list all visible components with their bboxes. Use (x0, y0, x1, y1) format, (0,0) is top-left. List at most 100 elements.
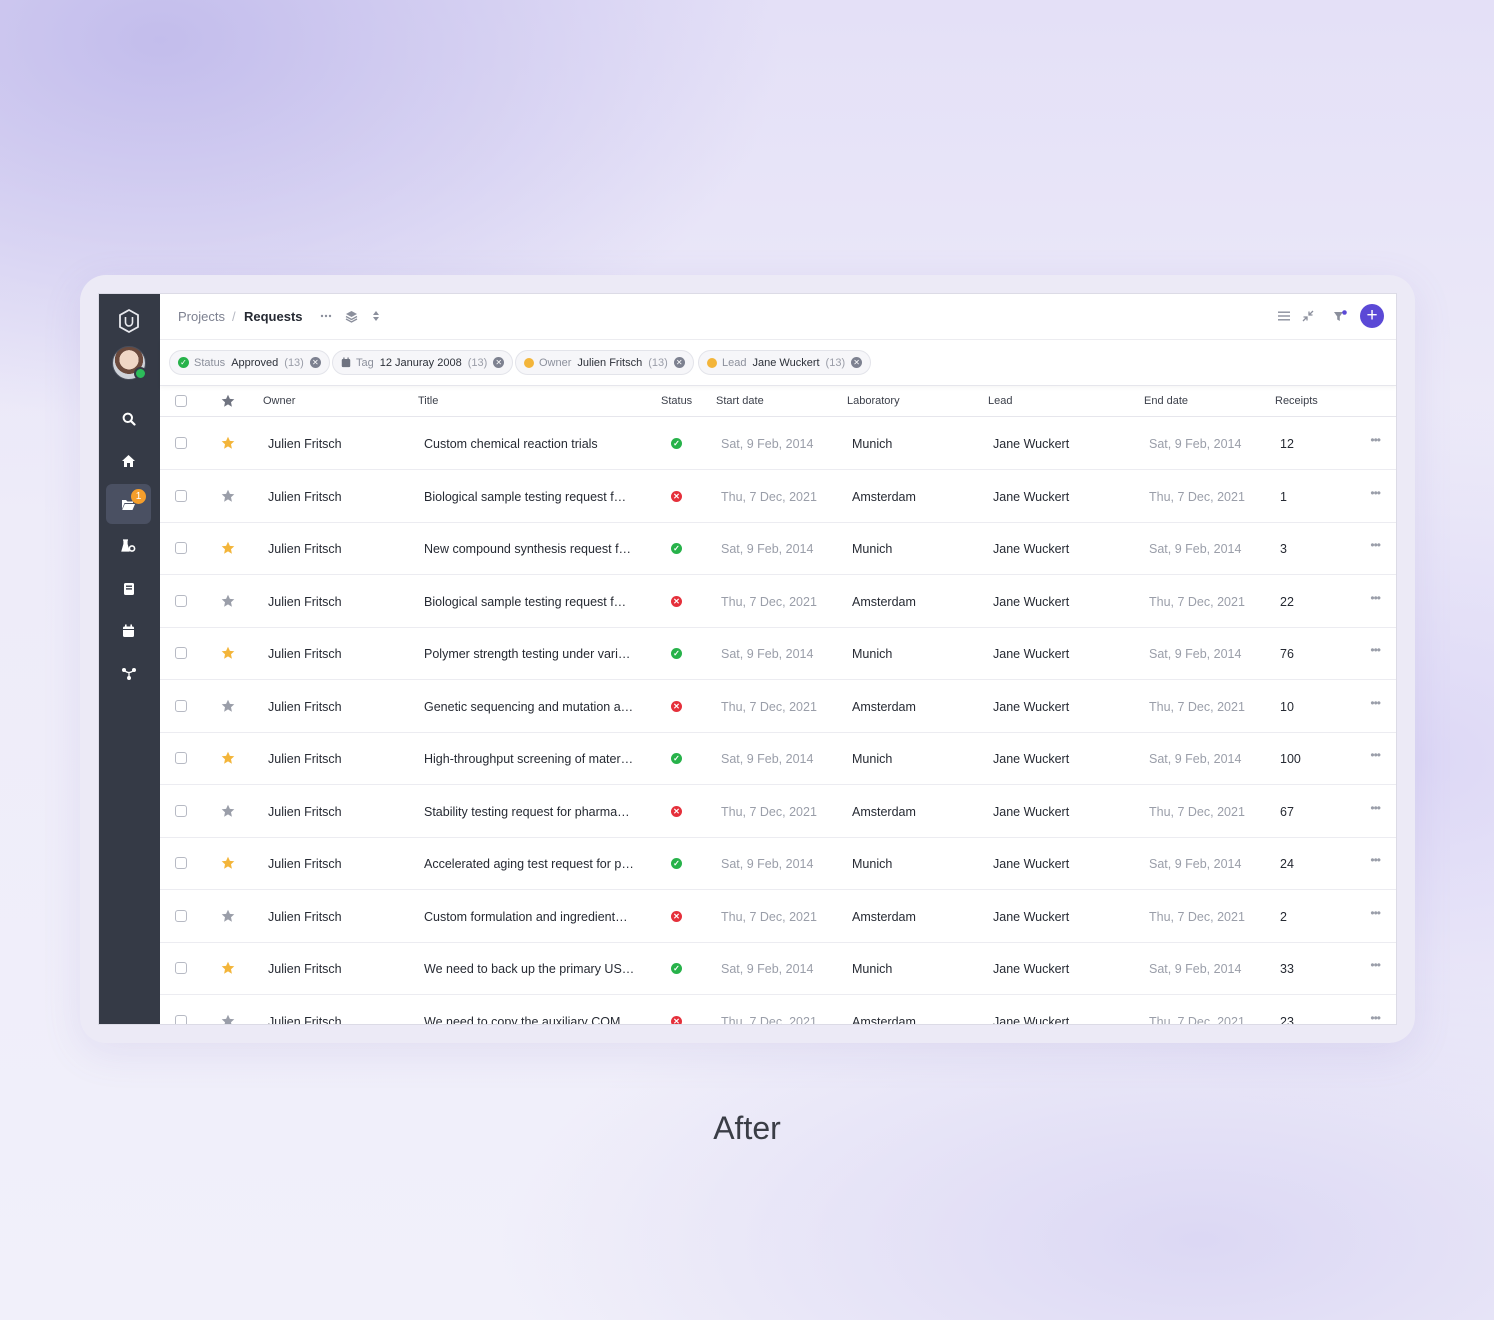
star-icon[interactable] (221, 594, 235, 608)
row-more-icon[interactable]: ••• (1370, 591, 1381, 605)
cell-title[interactable]: Biological sample testing request f… (424, 490, 626, 504)
cell-title[interactable]: Custom formulation and ingredient… (424, 910, 628, 924)
star-filled-icon[interactable] (221, 436, 235, 450)
cell-laboratory: Amsterdam (852, 594, 916, 609)
filter-key: Tag (356, 356, 374, 369)
row-checkbox[interactable] (175, 962, 187, 974)
star-icon[interactable] (221, 909, 235, 923)
table-row[interactable]: Julien Fritsch Custom formulation and ing… (160, 890, 1396, 943)
column-receipts[interactable]: Receipts (1275, 395, 1318, 407)
star-icon[interactable] (221, 699, 235, 713)
more-options-icon[interactable] (318, 308, 334, 324)
table-row[interactable]: Julien Fritsch Biological sample testing … (160, 575, 1396, 628)
table-row[interactable]: Julien Fritsch We need to copy the auxili… (160, 995, 1396, 1026)
row-checkbox[interactable] (175, 1014, 187, 1024)
row-checkbox[interactable] (175, 647, 187, 659)
table-row[interactable]: Julien Fritsch Biological sample testing … (160, 470, 1396, 523)
star-icon[interactable] (221, 1014, 235, 1026)
row-checkbox[interactable] (175, 594, 187, 607)
star-filled-icon[interactable] (221, 856, 235, 870)
table-row[interactable]: Julien Fritsch Custom chemical reaction t… (160, 417, 1396, 470)
column-status[interactable]: Status (661, 395, 692, 407)
cell-title[interactable]: We need to back up the primary US… (424, 962, 634, 976)
filter-chip-status[interactable]: ✓ Status Approved (13) ✕ (169, 350, 330, 375)
remove-filter-icon[interactable]: ✕ (309, 357, 321, 368)
table-row[interactable]: Julien Fritsch Stability testing request … (160, 785, 1396, 838)
row-checkbox[interactable] (175, 437, 187, 449)
sidebar-item-documents[interactable] (106, 569, 151, 609)
row-more-icon[interactable]: ••• (1370, 748, 1381, 762)
status-approved-icon: ✓ (671, 858, 682, 869)
filter-chip-tag[interactable]: Tag 12 Januray 2008 (13) ✕ (332, 350, 514, 375)
cell-title[interactable]: Biological sample testing request f… (424, 595, 626, 609)
sidebar-item-workflow[interactable] (106, 654, 151, 694)
row-more-icon[interactable]: ••• (1370, 696, 1381, 710)
column-lead[interactable]: Lead (988, 395, 1012, 407)
row-checkbox[interactable] (175, 804, 187, 817)
logo-icon[interactable] (117, 308, 141, 334)
row-checkbox[interactable] (175, 857, 187, 869)
table-row[interactable]: Julien Fritsch High-throughput screening … (160, 732, 1396, 785)
row-more-icon[interactable]: ••• (1370, 538, 1381, 552)
column-end-date[interactable]: End date (1144, 395, 1188, 407)
star-icon[interactable] (221, 489, 235, 503)
table-row[interactable]: Julien Fritsch New compound synthesis req… (160, 522, 1396, 575)
filter-icon[interactable] (1332, 308, 1348, 324)
cell-title[interactable]: Genetic sequencing and mutation a… (424, 700, 633, 714)
add-button[interactable]: + (1360, 304, 1384, 328)
table-row[interactable]: Julien Fritsch Polymer strength testing u… (160, 627, 1396, 680)
row-checkbox[interactable] (175, 699, 187, 712)
cell-title[interactable]: New compound synthesis request f… (424, 542, 631, 556)
cell-title[interactable]: Custom chemical reaction trials (424, 437, 598, 451)
table-row[interactable]: Julien Fritsch Genetic sequencing and mut… (160, 680, 1396, 733)
row-more-icon[interactable]: ••• (1370, 801, 1381, 815)
collapse-icon[interactable] (1300, 308, 1316, 324)
star-filled-icon[interactable] (221, 541, 235, 555)
column-title[interactable]: Title (418, 395, 438, 407)
sidebar-item-search[interactable] (106, 399, 151, 439)
table-row[interactable]: Julien Fritsch Accelerated aging test req… (160, 837, 1396, 890)
remove-filter-icon[interactable]: ✕ (493, 357, 505, 368)
row-more-icon[interactable]: ••• (1370, 486, 1381, 500)
sidebar-item-home[interactable] (106, 441, 151, 481)
row-more-icon[interactable]: ••• (1370, 906, 1381, 920)
cell-title[interactable]: Stability testing request for pharma… (424, 805, 630, 819)
column-owner[interactable]: Owner (263, 395, 295, 407)
row-more-icon[interactable]: ••• (1370, 433, 1381, 447)
star-filled-icon[interactable] (221, 751, 235, 765)
cell-start-date: Sat, 9 Feb, 2014 (721, 857, 814, 871)
sidebar-item-calendar[interactable] (106, 611, 151, 651)
breadcrumb-projects[interactable]: Projects (178, 309, 225, 324)
row-more-icon[interactable]: ••• (1370, 1011, 1381, 1025)
filter-chip-lead[interactable]: Lead Jane Wuckert (13) ✕ (698, 350, 872, 375)
sort-icon[interactable] (368, 308, 384, 324)
filter-chip-owner[interactable]: Owner Julien Fritsch (13) ✕ (515, 350, 694, 375)
row-checkbox[interactable] (175, 752, 187, 764)
column-start-date[interactable]: Start date (716, 395, 764, 407)
cell-title[interactable]: We need to copy the auxiliary COM… (424, 1015, 633, 1025)
cell-title[interactable]: Polymer strength testing under vari… (424, 647, 630, 661)
cell-title[interactable]: Accelerated aging test request for p… (424, 857, 634, 871)
remove-filter-icon[interactable]: ✕ (673, 357, 685, 368)
row-checkbox[interactable] (175, 489, 187, 502)
row-more-icon[interactable]: ••• (1370, 958, 1381, 972)
row-more-icon[interactable]: ••• (1370, 853, 1381, 867)
row-more-icon[interactable]: ••• (1370, 643, 1381, 657)
sidebar-item-projects[interactable]: 1 (106, 484, 151, 524)
row-checkbox[interactable] (175, 909, 187, 922)
layers-icon[interactable] (343, 308, 359, 324)
row-checkbox[interactable] (175, 542, 187, 554)
sidebar-item-lab[interactable] (106, 526, 151, 566)
remove-filter-icon[interactable]: ✕ (851, 357, 863, 368)
cell-title[interactable]: High-throughput screening of mater… (424, 752, 633, 766)
select-all-checkbox[interactable] (175, 395, 187, 407)
list-view-icon[interactable] (1276, 308, 1292, 324)
star-header-icon[interactable] (221, 394, 235, 408)
star-filled-icon[interactable] (221, 646, 235, 660)
star-filled-icon[interactable] (221, 961, 235, 975)
column-laboratory[interactable]: Laboratory (847, 395, 900, 407)
table-row[interactable]: Julien Fritsch We need to back up the pri… (160, 942, 1396, 995)
page-title: Requests (244, 309, 303, 324)
cell-receipts: 3 (1280, 542, 1287, 556)
star-icon[interactable] (221, 804, 235, 818)
